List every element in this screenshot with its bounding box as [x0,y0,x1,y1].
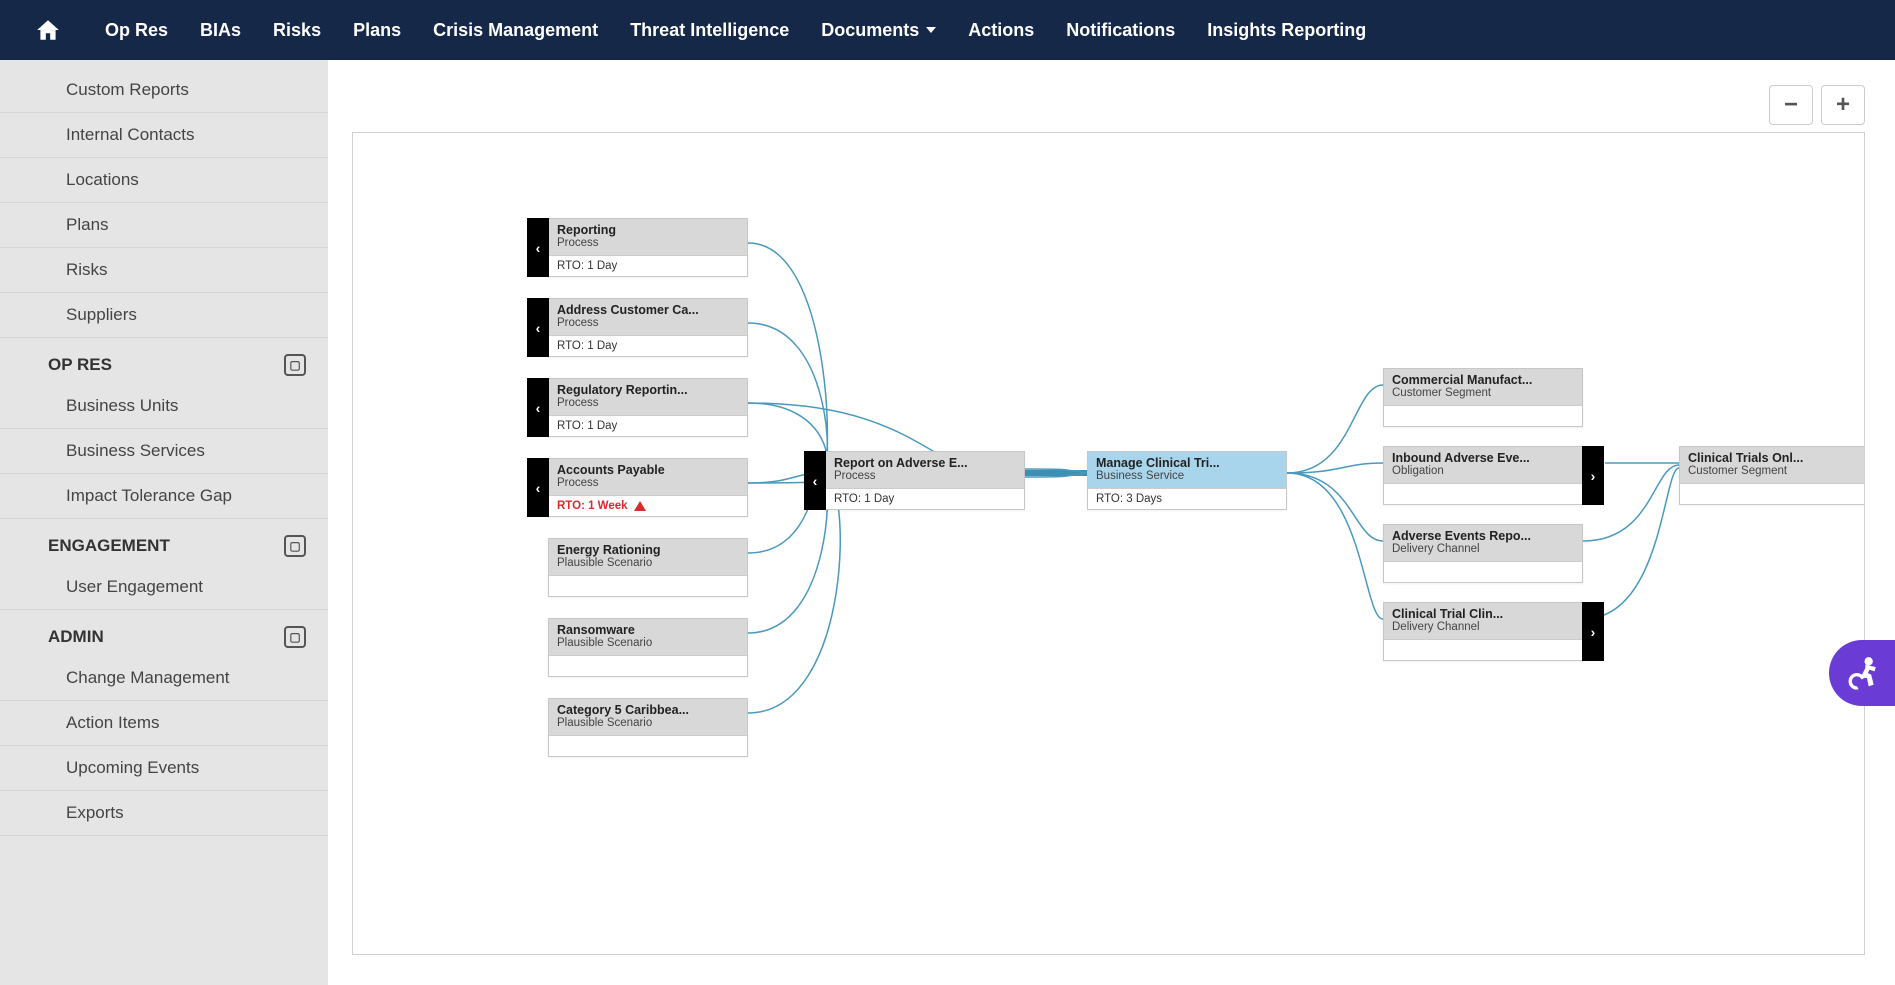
nav-op-res[interactable]: Op Res [89,20,184,41]
accessibility-icon [1842,653,1882,693]
home-icon[interactable] [35,17,61,43]
nav-actions[interactable]: Actions [952,20,1050,41]
nav-risks[interactable]: Risks [257,20,337,41]
sidebar-section-op-res[interactable]: OP RES ▢ [0,338,328,384]
sidebar-item-impact-tolerance-gap[interactable]: Impact Tolerance Gap [0,474,328,519]
nav-crisis-management[interactable]: Crisis Management [417,20,614,41]
main-canvas-area: − + [328,60,1895,985]
sidebar-item-change-management[interactable]: Change Management [0,656,328,701]
node-rto: RTO: 1 Day [549,415,747,436]
node-commercial-manufact[interactable]: Commercial Manufact...Customer Segment [1383,368,1583,427]
expand-left-icon[interactable]: ‹ [527,218,549,277]
node-foot-empty [1384,483,1582,504]
nav-plans[interactable]: Plans [337,20,417,41]
nav-notifications[interactable]: Notifications [1050,20,1191,41]
sidebar-item-exports[interactable]: Exports [0,791,328,836]
node-category-5[interactable]: Category 5 Caribbea...Plausible Scenario [548,698,748,757]
node-rto-warning: RTO: 1 Week [549,495,747,516]
node-inbound-adverse[interactable]: Inbound Adverse Eve...Obligation › [1383,446,1583,505]
nav-bias[interactable]: BIAs [184,20,257,41]
sidebar-section-admin[interactable]: ADMIN ▢ [0,610,328,656]
node-foot-empty [549,735,747,756]
sidebar-section-engagement[interactable]: ENGAGEMENT ▢ [0,519,328,565]
node-rto: RTO: 3 Days [1088,488,1286,509]
node-rto: RTO: 1 Day [826,488,1024,509]
expand-right-icon[interactable]: › [1582,446,1604,505]
sidebar-item-plans[interactable]: Plans [0,203,328,248]
diagram-canvas[interactable]: ‹ ReportingProcess RTO: 1 Day ‹ Address … [352,132,1865,955]
sidebar-item-suppliers[interactable]: Suppliers [0,293,328,338]
collapse-icon[interactable]: ▢ [284,626,306,648]
nav-threat-intelligence[interactable]: Threat Intelligence [614,20,805,41]
zoom-in-button[interactable]: + [1821,85,1865,125]
node-foot-empty [1384,639,1582,660]
sidebar-item-internal-contacts[interactable]: Internal Contacts [0,113,328,158]
expand-left-icon[interactable]: ‹ [804,451,826,510]
nav-insights-reporting[interactable]: Insights Reporting [1191,20,1382,41]
collapse-icon[interactable]: ▢ [284,354,306,376]
expand-left-icon[interactable]: ‹ [527,298,549,357]
top-navbar: Op Res BIAs Risks Plans Crisis Managemen… [0,0,1895,60]
expand-left-icon[interactable]: ‹ [527,458,549,517]
nav-documents[interactable]: Documents [805,20,952,41]
node-clinical-trials-onl[interactable]: Clinical Trials Onl...Customer Segment [1679,446,1865,505]
node-foot-empty [1680,483,1865,504]
sidebar-item-action-items[interactable]: Action Items [0,701,328,746]
warning-icon [634,501,646,511]
collapse-icon[interactable]: ▢ [284,535,306,557]
expand-right-icon[interactable]: › [1582,602,1604,661]
node-address-customer[interactable]: ‹ Address Customer Ca...Process RTO: 1 D… [548,298,748,357]
node-adverse-events-repo[interactable]: Adverse Events Repo...Delivery Channel [1383,524,1583,583]
sidebar-item-locations[interactable]: Locations [0,158,328,203]
node-foot-empty [549,655,747,676]
sidebar-item-risks[interactable]: Risks [0,248,328,293]
accessibility-button[interactable] [1829,640,1895,706]
node-regulatory-reporting[interactable]: ‹ Regulatory Reportin...Process RTO: 1 D… [548,378,748,437]
node-accounts-payable[interactable]: ‹ Accounts PayableProcess RTO: 1 Week [548,458,748,517]
sidebar-item-user-engagement[interactable]: User Engagement [0,565,328,610]
node-report-adverse-events[interactable]: ‹ Report on Adverse E...Process RTO: 1 D… [825,451,1025,510]
node-clinical-trial-clin[interactable]: Clinical Trial Clin...Delivery Channel › [1383,602,1583,661]
sidebar-item-custom-reports[interactable]: Custom Reports [0,68,328,113]
node-foot-empty [1384,561,1582,582]
chevron-down-icon [926,27,936,33]
node-foot-empty [549,575,747,596]
node-energy-rationing[interactable]: Energy RationingPlausible Scenario [548,538,748,597]
sidebar-item-upcoming-events[interactable]: Upcoming Events [0,746,328,791]
sidebar-item-business-services[interactable]: Business Services [0,429,328,474]
expand-left-icon[interactable]: ‹ [527,378,549,437]
zoom-out-button[interactable]: − [1769,85,1813,125]
node-rto: RTO: 1 Day [549,255,747,276]
node-foot-empty [1384,405,1582,426]
node-manage-clinical-trials[interactable]: Manage Clinical Tri...Business Service R… [1087,451,1287,510]
node-ransomware[interactable]: RansomwarePlausible Scenario [548,618,748,677]
node-reporting[interactable]: ‹ ReportingProcess RTO: 1 Day [548,218,748,277]
sidebar-item-business-units[interactable]: Business Units [0,384,328,429]
node-rto: RTO: 1 Day [549,335,747,356]
sidebar: Custom Reports Internal Contacts Locatio… [0,60,328,985]
